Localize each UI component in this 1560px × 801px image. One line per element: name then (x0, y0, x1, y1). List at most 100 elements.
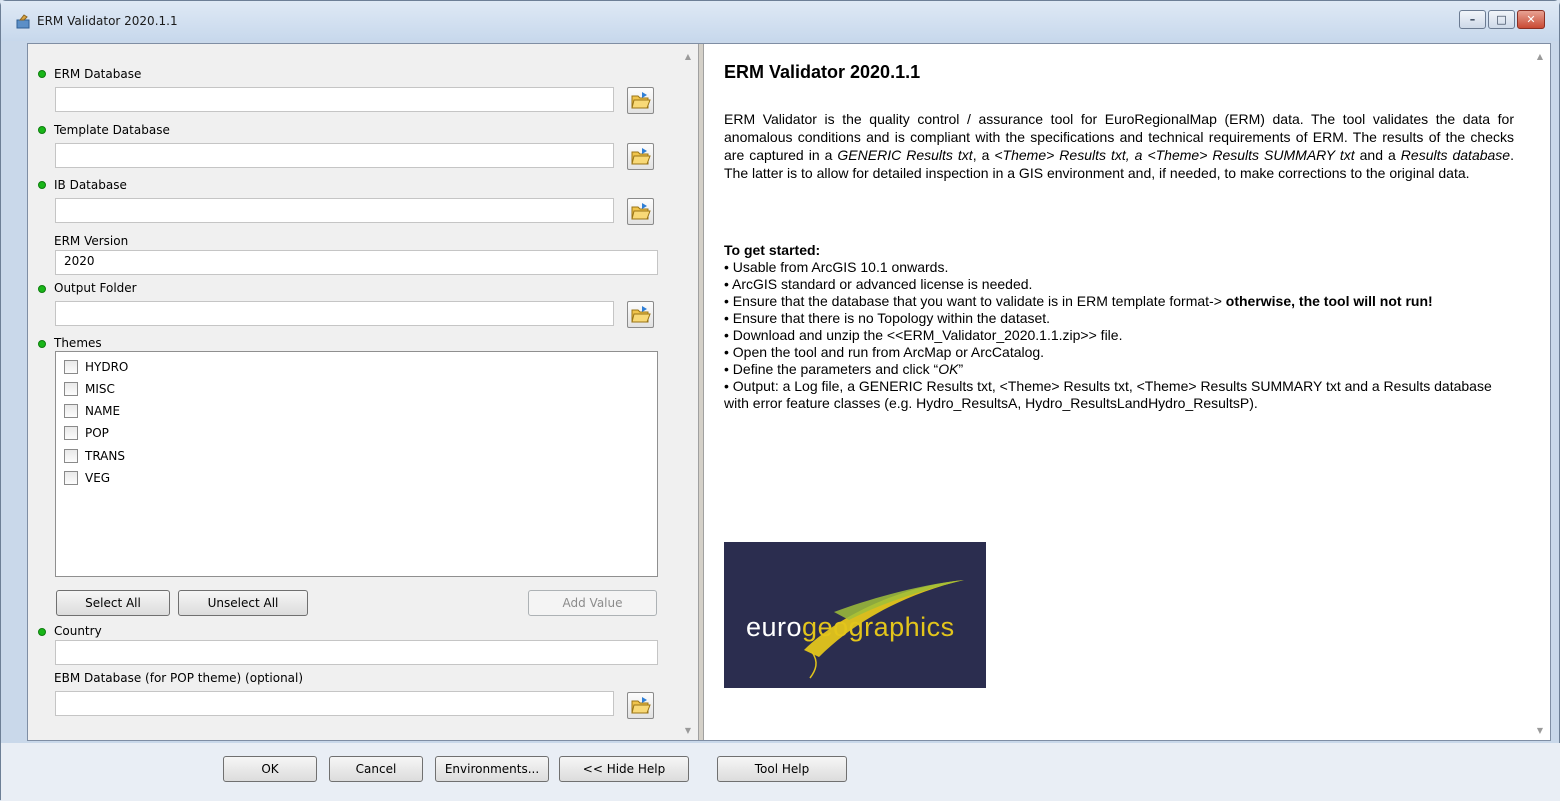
theme-item-label: VEG (85, 471, 111, 485)
bullet-text: ” (958, 361, 964, 377)
cancel-button[interactable]: Cancel (329, 756, 423, 782)
help-intro: ERM Validator is the quality control / a… (724, 110, 1514, 182)
erm-database-label: ERM Database (54, 67, 142, 81)
checkbox[interactable] (64, 404, 78, 418)
theme-item-label: MISC (85, 382, 115, 396)
bullet-item: • Output: a Log file, a GENERIC Results … (724, 378, 1492, 411)
help-pane: ERM Validator 2020.1.1 ERM Validator is … (704, 44, 1550, 740)
dialog-button-bar: OK Cancel Environments... << Hide Help T… (1, 743, 1560, 801)
ib-database-label: IB Database (54, 178, 127, 192)
title-bar[interactable]: ERM Validator 2020.1.1 – □ ✕ (1, 1, 1559, 41)
output-folder-browse-button[interactable] (627, 301, 654, 328)
theme-item-pop[interactable]: POP (64, 424, 109, 442)
theme-item-label: TRANS (85, 449, 125, 463)
logo-text-part: geographics (802, 612, 955, 642)
theme-item-label: NAME (85, 404, 121, 418)
bullet-item: • Usable from ArcGIS 10.1 onwards. (724, 259, 949, 275)
template-database-input[interactable] (55, 143, 614, 168)
close-icon: ✕ (1526, 13, 1536, 26)
required-indicator (38, 181, 46, 189)
output-folder-label: Output Folder (54, 281, 137, 295)
maximize-button[interactable]: □ (1488, 10, 1515, 29)
erm-version-input[interactable]: 2020 (55, 250, 658, 275)
erm-database-input[interactable] (55, 87, 614, 112)
theme-item-label: POP (85, 426, 109, 440)
tool-help-button[interactable]: Tool Help (717, 756, 847, 782)
required-indicator (38, 628, 46, 636)
close-button[interactable]: ✕ (1517, 10, 1545, 29)
help-emphasis: Results database (1400, 147, 1511, 163)
open-folder-icon (631, 203, 651, 220)
ebm-database-input[interactable] (55, 691, 614, 716)
template-database-browse-button[interactable] (627, 143, 654, 170)
theme-item-hydro[interactable]: HYDRO (64, 358, 128, 376)
help-scrollbar[interactable]: ▲ ▼ (1530, 44, 1550, 740)
bullet-item: • Ensure that there is no Topology withi… (724, 310, 1051, 326)
dialog-content: ERM Database Template Database IB Databa… (27, 43, 1551, 741)
checkbox[interactable] (64, 382, 78, 396)
scroll-up-icon[interactable]: ▲ (683, 52, 693, 62)
theme-item-label: HYDRO (85, 360, 129, 374)
template-database-label: Template Database (54, 123, 170, 137)
themes-checklist: HYDRO MISC NAME POP TRANS VEG (55, 351, 658, 577)
open-folder-icon (631, 306, 651, 323)
logo-text-part: euro (746, 612, 803, 642)
bullet-item: • Define the parameters and click “OK” (724, 361, 1514, 378)
theme-item-name[interactable]: NAME (64, 402, 120, 420)
theme-item-veg[interactable]: VEG (64, 469, 110, 487)
minimize-button[interactable]: – (1459, 10, 1486, 29)
parameters-pane: ERM Database Template Database IB Databa… (28, 44, 698, 740)
bullet-text: • Ensure that the database that you want… (724, 293, 1226, 309)
bullet-item: • ArcGIS standard or advanced license is… (724, 276, 1033, 292)
maximize-icon: □ (1496, 13, 1507, 26)
eurogeographics-logo: eurogeographics (724, 542, 986, 688)
ok-button[interactable]: OK (223, 756, 317, 782)
parameters-scrollbar[interactable]: ▲ ▼ (678, 44, 698, 740)
select-all-button[interactable]: Select All (56, 590, 170, 616)
open-folder-icon (631, 92, 651, 109)
required-indicator (38, 126, 46, 134)
environments-button[interactable]: Environments... (435, 756, 549, 782)
add-value-button[interactable]: Add Value (528, 590, 657, 616)
help-title: ERM Validator 2020.1.1 (724, 62, 921, 82)
checkbox[interactable] (64, 471, 78, 485)
ib-database-input[interactable] (55, 198, 614, 223)
scroll-down-icon[interactable]: ▼ (1535, 726, 1545, 736)
bullet-warning: otherwise, the tool will not run! (1225, 293, 1433, 309)
toolbox-icon (16, 14, 30, 29)
country-label: Country (54, 624, 102, 638)
bullet-item: • Download and unzip the <<ERM_Validator… (724, 327, 1123, 343)
open-folder-icon (631, 148, 651, 165)
help-text: , a (972, 147, 995, 163)
erm-version-label: ERM Version (54, 234, 129, 248)
themes-label: Themes (54, 336, 102, 350)
checkbox[interactable] (64, 449, 78, 463)
theme-item-trans[interactable]: TRANS (64, 447, 125, 465)
erm-database-browse-button[interactable] (627, 87, 654, 114)
scroll-down-icon[interactable]: ▼ (683, 726, 693, 736)
checkbox[interactable] (64, 426, 78, 440)
getting-started-section: To get started: • Usable from ArcGIS 10.… (724, 242, 1514, 412)
hide-help-button[interactable]: << Hide Help (559, 756, 689, 782)
help-emphasis: <Theme> Results txt, a <Theme> Results S… (994, 147, 1355, 163)
required-indicator (38, 70, 46, 78)
required-indicator (38, 340, 46, 348)
checkbox[interactable] (64, 360, 78, 374)
scroll-up-icon[interactable]: ▲ (1535, 52, 1545, 62)
ebm-database-browse-button[interactable] (627, 692, 654, 719)
bullet-emphasis: OK (938, 361, 959, 377)
logo-wordmark: eurogeographics (746, 612, 955, 643)
help-emphasis: GENERIC Results txt (837, 147, 973, 163)
output-folder-input[interactable] (55, 301, 614, 326)
ebm-database-label: EBM Database (for POP theme) (optional) (54, 671, 304, 685)
bullet-text: • Define the parameters and click “ (724, 361, 939, 377)
country-input[interactable] (55, 640, 658, 665)
ib-database-browse-button[interactable] (627, 198, 654, 225)
getting-started-heading: To get started: (724, 242, 821, 258)
theme-item-misc[interactable]: MISC (64, 380, 115, 398)
minimize-icon: – (1469, 13, 1476, 26)
required-indicator (38, 285, 46, 293)
bullet-item: • Open the tool and run from ArcMap or A… (724, 344, 1045, 360)
unselect-all-button[interactable]: Unselect All (178, 590, 308, 616)
window-controls: – □ ✕ (1457, 10, 1545, 29)
